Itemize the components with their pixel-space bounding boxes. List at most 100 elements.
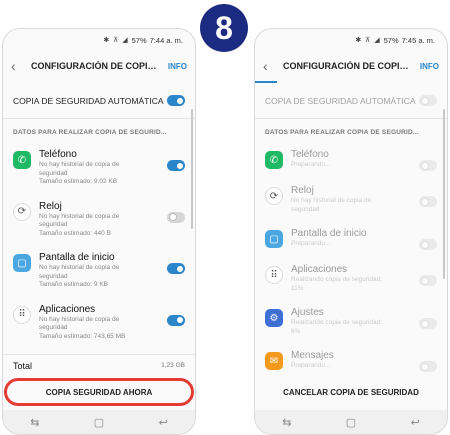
apps-grid-icon: ⠿ <box>13 305 31 324</box>
back-arrow-icon[interactable]: ‹ <box>263 58 277 74</box>
battery-level: 57% <box>131 35 147 45</box>
app-status: No hay historial de copia de <box>291 197 372 204</box>
app-toggle <box>419 318 437 329</box>
total-label: Total <box>13 360 33 371</box>
status-bar: ✱ ⊼ ◢ 57% 7:44 a. m. <box>3 29 195 51</box>
app-name: Ajustes <box>291 307 324 318</box>
toggle-knob <box>420 240 429 249</box>
info-button[interactable]: INFO <box>414 62 439 71</box>
nav-bar: ⇆ ▢ ↩ <box>255 410 447 434</box>
cancel-backup-button[interactable]: CANCELAR COPIA DE SEGURIDAD <box>255 378 447 406</box>
app-status: Realizando copia de seguridad: <box>291 276 383 283</box>
step-number-badge: 8 <box>200 4 248 52</box>
app-text: Reloj No hay historial de copia de segurid… <box>39 200 167 239</box>
scrollbar[interactable] <box>443 109 445 279</box>
app-text: Teléfono No hay historial de copia de segu… <box>39 148 167 187</box>
toggle-knob <box>420 319 429 328</box>
nav-bar: ⇆ ▢ ↩ <box>3 410 195 434</box>
app-text: Aplicaciones No hay historial de copia de… <box>39 303 167 342</box>
auto-backup-toggle[interactable] <box>167 95 185 106</box>
app-text: Ajustes Realizando copia de seguridad: 6% <box>291 306 419 336</box>
app-status: Preparando... <box>291 161 331 168</box>
app-name: Pantalla de inicio <box>291 228 367 239</box>
app-status: Preparando... <box>291 362 331 369</box>
app-toggle[interactable] <box>167 160 185 171</box>
app-toggle[interactable] <box>167 314 185 326</box>
app-toggle <box>419 275 437 286</box>
app-text: Reloj No hay historial de copia de segurid… <box>291 184 419 214</box>
back-icon[interactable]: ↩ <box>411 416 420 429</box>
app-toggle <box>419 239 437 250</box>
toggle-knob <box>175 161 184 170</box>
app-text: Pantalla de inicio No hay historial de co… <box>39 251 167 290</box>
list-item[interactable]: ⠿ Aplicaciones No hay historial de copia d… <box>3 297 195 349</box>
list-item: ⠿ Aplicaciones Realizando copia de segurid… <box>255 257 447 300</box>
clock-icon: ⟳ <box>265 187 283 205</box>
recent-apps-icon[interactable]: ⇆ <box>282 416 291 429</box>
app-name: Pantalla de inicio <box>39 252 115 263</box>
list-item: ✉ Mensajes Preparando... <box>255 343 447 379</box>
app-status: seguridad <box>39 169 68 177</box>
app-name: Mensajes <box>291 350 334 361</box>
home-icon[interactable]: ▢ <box>346 416 356 429</box>
section-header: DATOS PARA REALIZAR COPIA DE SEGURID... <box>13 129 167 136</box>
auto-backup-row[interactable]: COPIA DE SEGURIDAD AUTOMÁTICA <box>3 83 195 119</box>
app-status: seguridad <box>39 221 68 228</box>
scrollbar[interactable] <box>191 109 193 229</box>
app-status: Tamaño estimado: 9 KB <box>39 281 109 288</box>
home-icon[interactable]: ▢ <box>94 416 104 429</box>
app-toggle[interactable] <box>167 211 185 223</box>
app-text: Teléfono Preparando... <box>291 148 419 170</box>
back-icon[interactable]: ↩ <box>159 416 168 429</box>
app-status: Tamaño estimado: 9,02 KB <box>39 178 118 185</box>
battery-level: 57% <box>383 35 399 45</box>
app-text: Pantalla de inicio Preparando... <box>291 227 419 249</box>
phone-icon: ✆ <box>13 151 31 169</box>
app-status: No hay historial de copia de <box>39 315 120 323</box>
clock-time: 7:44 a. m. <box>149 35 183 45</box>
app-name: Aplicaciones <box>39 303 96 315</box>
app-text: Mensajes Preparando... <box>291 349 419 371</box>
auto-backup-label: COPIA DE SEGURIDAD AUTOMÁTICA <box>265 95 416 106</box>
list-item[interactable]: ▢ Pantalla de inicio No hay historial de c… <box>3 245 195 297</box>
toggle-knob <box>168 213 177 221</box>
app-status: seguridad <box>39 324 68 331</box>
app-status: No hay historial de copia de <box>39 161 120 168</box>
toggle-knob <box>420 362 429 371</box>
page-title: CONFIGURACIÓN DE COPIA D... <box>31 61 162 71</box>
section-header: DATOS PARA REALIZAR COPIA DE SEGURID... <box>265 129 419 136</box>
app-status: 6% <box>291 327 301 335</box>
recent-apps-icon[interactable]: ⇆ <box>30 416 39 429</box>
home-screen-icon: ▢ <box>13 254 31 272</box>
info-button[interactable]: INFO <box>162 62 187 71</box>
status-icons: ✱ ⊼ ◢ <box>355 37 381 44</box>
app-toggle[interactable] <box>167 263 185 274</box>
apps-grid-icon: ⠿ <box>265 266 283 284</box>
clock-time: 7:45 a. m. <box>401 35 435 45</box>
list-item: ⟳ Reloj No hay historial de copia de seguri… <box>255 178 447 221</box>
status-icons: ✱ ⊼ ◢ <box>103 37 129 44</box>
toggle-knob <box>175 316 184 324</box>
app-status: No hay historial de copia de <box>39 212 120 220</box>
app-name: Reloj <box>291 185 314 196</box>
home-screen-icon: ▢ <box>265 230 283 248</box>
auto-backup-toggle <box>419 95 437 106</box>
app-name: Teléfono <box>39 149 77 160</box>
app-status: seguridad <box>39 272 68 280</box>
toggle-knob <box>420 197 429 206</box>
app-bar: ‹ CONFIGURACIÓN DE COPIA D... INFO <box>3 51 195 81</box>
back-arrow-icon[interactable]: ‹ <box>11 58 25 74</box>
app-name: Teléfono <box>291 149 329 160</box>
auto-backup-row: COPIA DE SEGURIDAD AUTOMÁTICA <box>255 83 447 119</box>
phone-after: ✱ ⊼ ◢ 57% 7:45 a. m. ‹ CONFIGURACIÓN DE … <box>254 28 448 435</box>
backup-now-button[interactable]: COPIA SEGURIDAD AHORA <box>4 378 194 406</box>
messages-icon: ✉ <box>265 352 283 370</box>
app-status: Tamaño estimado: 440 B <box>39 229 111 237</box>
page-title: CONFIGURACIÓN DE COPIA D... <box>283 61 414 71</box>
list-item[interactable]: ✆ Teléfono No hay historial de copia de seg… <box>3 142 195 194</box>
list-item: ⚙ Ajustes Realizando copia de seguridad: 6% <box>255 300 447 343</box>
list-item: ✆ Teléfono Preparando... <box>255 142 447 178</box>
list-item[interactable]: ⟳ Reloj No hay historial de copia de seguri… <box>3 194 195 246</box>
app-name: Reloj <box>39 200 62 212</box>
backup-settings-list: COPIA DE SEGURIDAD AUTOMÁTICA DATOS PARA… <box>3 83 195 374</box>
